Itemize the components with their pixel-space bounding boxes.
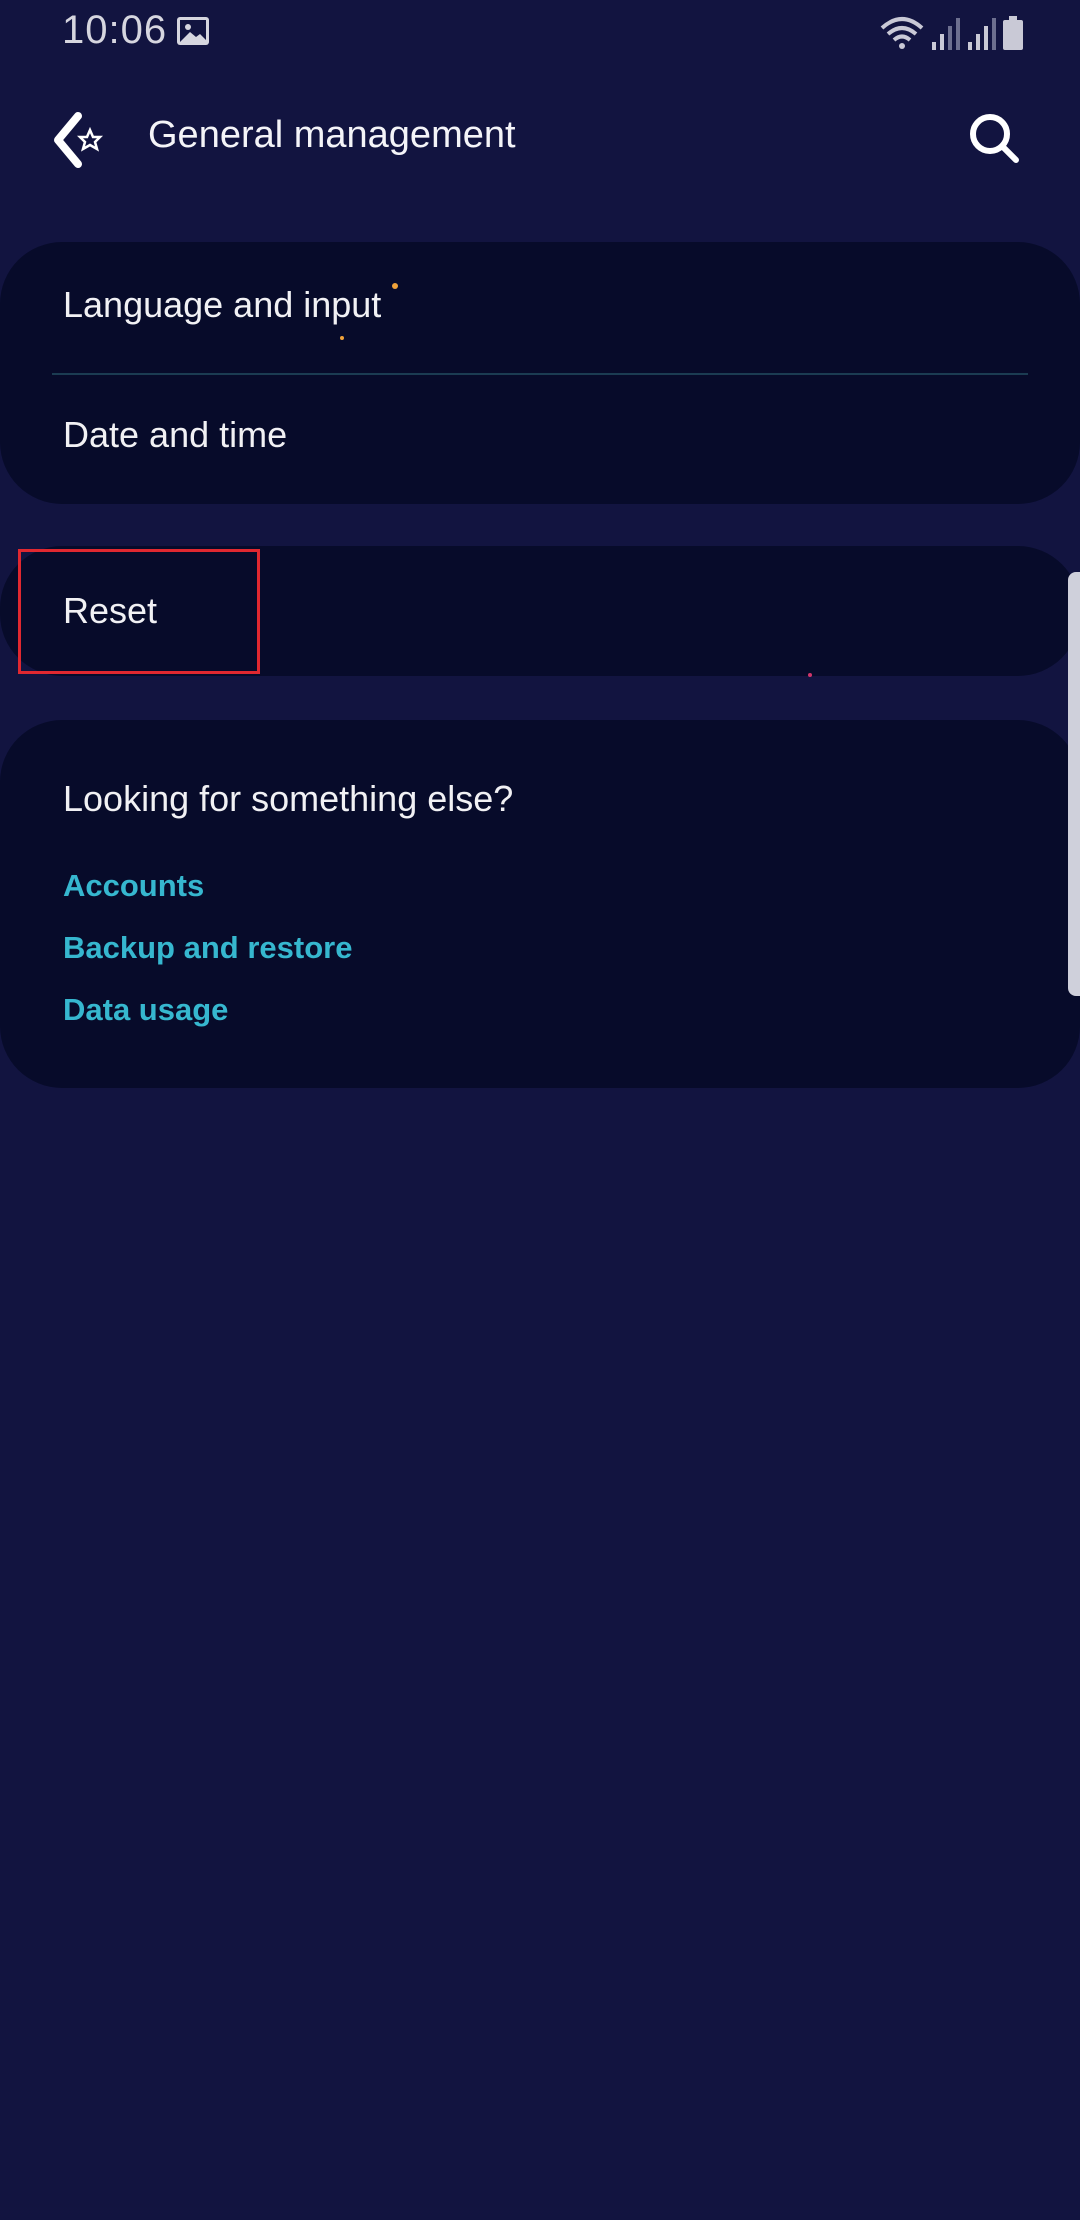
- divider: [52, 373, 1028, 375]
- screen: 10:06 General management Language and in…: [0, 0, 1080, 2220]
- list-item-label: Language and input: [63, 284, 382, 325]
- page-title: General management: [148, 114, 516, 156]
- sparkle-decoration: [808, 673, 812, 677]
- sparkle-decoration: [392, 283, 398, 289]
- signal-icon: [968, 18, 996, 50]
- list-item-date-and-time[interactable]: Date and time: [0, 376, 1080, 504]
- signal-icon: [932, 18, 960, 50]
- settings-card: Language and input Date and time: [0, 242, 1080, 504]
- back-icon: [54, 112, 104, 168]
- wifi-icon: [880, 17, 924, 49]
- gallery-icon: [177, 17, 209, 45]
- sparkle-decoration: [340, 336, 344, 340]
- back-button[interactable]: [50, 110, 116, 170]
- link-accounts[interactable]: Accounts: [63, 868, 204, 904]
- link-data-usage[interactable]: Data usage: [63, 992, 228, 1028]
- highlight-box: [18, 549, 260, 674]
- list-item-label: Date and time: [63, 414, 288, 455]
- scrollbar[interactable]: [1068, 572, 1080, 996]
- battery-icon: [1003, 16, 1023, 50]
- app-bar: General management: [0, 96, 1080, 180]
- search-icon: [970, 114, 1019, 163]
- status-time: 10:06: [62, 8, 168, 52]
- link-backup-and-restore[interactable]: Backup and restore: [63, 930, 352, 966]
- suggestions-header: Looking for something else?: [63, 778, 514, 819]
- list-item-language-and-input[interactable]: Language and input: [0, 242, 1080, 374]
- suggestions-card: Looking for something else? Accounts Bac…: [0, 720, 1080, 1088]
- status-bar: 10:06: [0, 0, 1080, 66]
- search-button[interactable]: [966, 110, 1022, 166]
- status-icons: [880, 14, 1024, 50]
